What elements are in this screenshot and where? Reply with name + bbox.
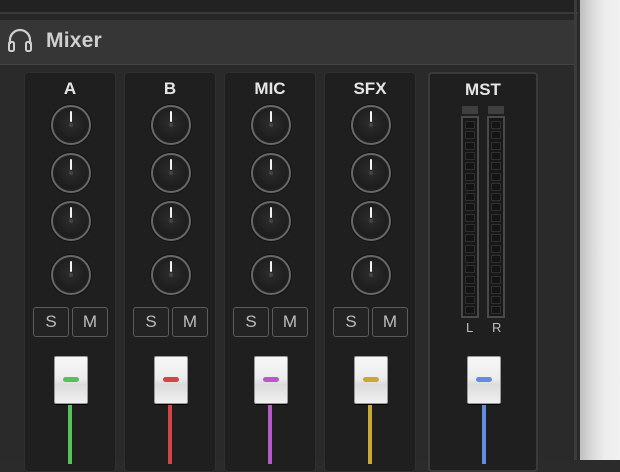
meter-segment [491, 244, 501, 253]
meter-segment [465, 131, 475, 140]
meter-segment [465, 172, 475, 181]
meter-segment [491, 296, 501, 305]
channel-a-fader-track [68, 404, 72, 464]
channel-a-knob-4[interactable] [51, 255, 91, 295]
channel-b-solo-button[interactable]: S [133, 307, 169, 337]
channel-sfx-solo-button[interactable]: S [333, 307, 369, 337]
meter-segment [491, 182, 501, 191]
meter-segment [491, 234, 501, 243]
channel-b-knob-3[interactable] [151, 201, 191, 241]
channel-sfx-knob-2[interactable] [351, 153, 391, 193]
channel-b-knob-1[interactable] [151, 105, 191, 145]
meter-segment [465, 244, 475, 253]
channel-name: SFX [353, 79, 387, 98]
channel-sfx-knob-4[interactable] [351, 255, 391, 295]
meter-segment [491, 162, 501, 171]
meter-label-l: L [466, 320, 474, 335]
channel-b-mute-button[interactable]: M [172, 307, 208, 337]
meter-segment [465, 234, 475, 243]
level-meter-l [461, 116, 479, 318]
meter-l-clip-indicator [462, 106, 478, 114]
meter-segment [465, 224, 475, 232]
meter-segment [465, 193, 475, 202]
top-bar [0, 0, 578, 14]
channel-a-knob-3[interactable] [51, 201, 91, 241]
meter-segment [465, 275, 475, 284]
meter-segment [465, 151, 475, 160]
channel-mic-solo-button[interactable]: S [233, 307, 269, 337]
meter-segment [491, 151, 501, 160]
channel-a-fader-handle[interactable] [54, 356, 88, 404]
meter-segment [491, 141, 501, 150]
channel-mic-fader-mark [263, 377, 279, 382]
channel-mic-fader-track [268, 404, 272, 464]
channel-a-knob-2[interactable] [51, 153, 91, 193]
meter-segment [465, 213, 475, 222]
meter-segment [491, 275, 501, 284]
meter-segment [465, 265, 475, 274]
window-border [574, 0, 577, 460]
mixer-header: Mixer [0, 20, 574, 65]
level-meter-r [487, 116, 505, 318]
channel-name: MIC [254, 79, 286, 98]
channel-b-fader-mark [163, 377, 179, 382]
master-fader-handle[interactable] [467, 356, 501, 404]
channel-b-fader-track [168, 404, 172, 464]
meter-segment [465, 254, 475, 263]
channel-mic-knob-4[interactable] [251, 255, 291, 295]
headphones-icon [8, 28, 32, 52]
channel-a-fader-mark [63, 377, 79, 382]
channel-name: A [63, 79, 77, 98]
meter-segment [465, 306, 475, 315]
channel-b-knob-2[interactable] [151, 153, 191, 193]
channel-sfx-mute-button[interactable]: M [372, 307, 408, 337]
meter-segment [465, 182, 475, 191]
mixer-title: Mixer [46, 29, 102, 52]
channel-mic-knob-1[interactable] [251, 105, 291, 145]
master-fader-mark [476, 377, 492, 382]
meter-segment [465, 203, 475, 212]
channel-a-solo-button[interactable]: S [33, 307, 69, 337]
meter-segment [465, 121, 475, 129]
channel-b-knob-4[interactable] [151, 255, 191, 295]
channel-sfx-fader-track [368, 404, 372, 464]
channel-mic-fader-handle[interactable] [254, 356, 288, 404]
channel-b-fader-handle[interactable] [154, 356, 188, 404]
meter-segment [491, 131, 501, 140]
right-edge-background [580, 0, 620, 460]
master-fader-track [482, 404, 486, 464]
meter-segment [491, 265, 501, 274]
master-name: MST [465, 80, 501, 99]
meter-r-clip-indicator [488, 106, 504, 114]
channel-sfx-fader-mark [363, 377, 379, 382]
meter-segment [491, 172, 501, 181]
channel-mic-knob-2[interactable] [251, 153, 291, 193]
meter-label-r: R [492, 320, 502, 335]
meter-segment [491, 306, 501, 315]
meter-segment [465, 285, 475, 294]
meter-segment [465, 162, 475, 171]
meter-segment [491, 203, 501, 212]
meter-segment [491, 213, 501, 222]
meter-segment [491, 224, 501, 232]
mixer-window: Mixer A S M B S M MIC S M SFX S M MST L … [0, 0, 578, 472]
meter-segment [491, 285, 501, 294]
channel-mic-knob-3[interactable] [251, 201, 291, 241]
channel-sfx-fader-handle[interactable] [354, 356, 388, 404]
channel-a-mute-button[interactable]: M [72, 307, 108, 337]
meter-segment [491, 254, 501, 263]
channel-sfx-knob-3[interactable] [351, 201, 391, 241]
channel-name: B [163, 79, 177, 98]
channel-mic-mute-button[interactable]: M [272, 307, 308, 337]
meter-segment [465, 141, 475, 150]
meter-segment [491, 121, 501, 129]
meter-segment [491, 193, 501, 202]
channel-a-knob-1[interactable] [51, 105, 91, 145]
meter-segment [465, 296, 475, 305]
channel-sfx-knob-1[interactable] [351, 105, 391, 145]
